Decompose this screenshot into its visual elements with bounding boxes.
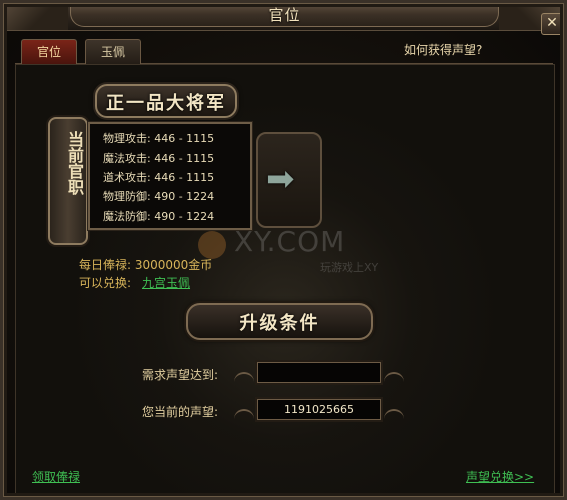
claim-salary-link[interactable]: 领取俸禄 <box>32 468 80 485</box>
stat-physical-defense: 物理防御: 490 - 1224 <box>103 188 214 204</box>
current-rank-badge-text: 当前官职 <box>65 131 84 195</box>
stat-value: 446 - 1115 <box>154 152 215 165</box>
rank-title: 正一品大将军 <box>106 93 226 114</box>
stat-label: 魔法防御: <box>103 210 151 223</box>
title-bar: 官位 <box>0 0 567 31</box>
window-title: 官位 <box>268 6 301 24</box>
exchangeable-item-link[interactable]: 九宫玉佩 <box>142 274 190 291</box>
title-plate: 官位 <box>70 0 499 27</box>
close-icon: ✕ <box>546 15 558 31</box>
required-prestige-field <box>257 362 381 383</box>
stat-physical-attack: 物理攻击: 446 - 1115 <box>103 130 214 146</box>
arrow-right-icon: ➡ <box>266 159 295 199</box>
stat-value: 490 - 1224 <box>154 190 215 203</box>
rank-title-banner: 正一品大将军 <box>95 84 237 118</box>
tab-bar: 官位 玉佩 如何获得声望? <box>15 37 553 64</box>
close-button[interactable]: ✕ <box>541 13 563 35</box>
rank-window: 官位 ✕ 官位 玉佩 如何获得声望? 正一品大将军 当前官职 物理攻击: 446… <box>0 0 567 500</box>
current-rank-badge: 当前官职 <box>48 117 88 245</box>
stat-label: 道术攻击: <box>103 171 151 184</box>
prestige-exchange-link[interactable]: 声望兑换>> <box>466 468 534 485</box>
stat-label: 物理攻击: <box>103 132 151 145</box>
stat-taoist-attack: 道术攻击: 446 - 1115 <box>103 169 214 185</box>
required-prestige-label: 需求声望达到: <box>142 368 219 382</box>
title-corner-left <box>0 0 68 30</box>
exchangeable-label: 可以兑换: <box>79 276 132 290</box>
stat-magic-defense: 魔法防御: 490 - 1224 <box>103 208 214 224</box>
rank-stats-box: 物理攻击: 446 - 1115 魔法攻击: 446 - 1115 道术攻击: … <box>88 122 252 230</box>
watermark: XY.COM 玩游戏上XY <box>198 225 388 275</box>
stat-value: 490 - 1224 <box>154 210 215 223</box>
tab-jade[interactable]: 玉佩 <box>85 39 141 64</box>
how-to-get-prestige-link[interactable]: 如何获得声望? <box>404 41 482 58</box>
next-rank-arrow-frame: ➡ <box>256 132 322 228</box>
stat-magic-attack: 魔法攻击: 446 - 1115 <box>103 150 214 166</box>
current-prestige-label: 您当前的声望: <box>142 405 219 419</box>
watermark-text: XY.COM <box>234 225 346 258</box>
tab-rank[interactable]: 官位 <box>21 39 77 64</box>
current-prestige-field: 1191025665 <box>257 399 381 420</box>
stat-value: 446 - 1115 <box>154 171 215 184</box>
upgrade-conditions-banner: 升级条件 <box>186 303 373 340</box>
upgrade-conditions-title: 升级条件 <box>239 313 320 334</box>
watermark-subtext: 玩游戏上XY <box>320 261 379 274</box>
owl-logo-icon <box>198 231 226 259</box>
stat-label: 魔法攻击: <box>103 152 151 165</box>
stat-value: 446 - 1115 <box>154 132 215 145</box>
daily-salary: 每日俸禄: 3000000金币 <box>79 258 213 272</box>
stat-label: 物理防御: <box>103 190 151 203</box>
